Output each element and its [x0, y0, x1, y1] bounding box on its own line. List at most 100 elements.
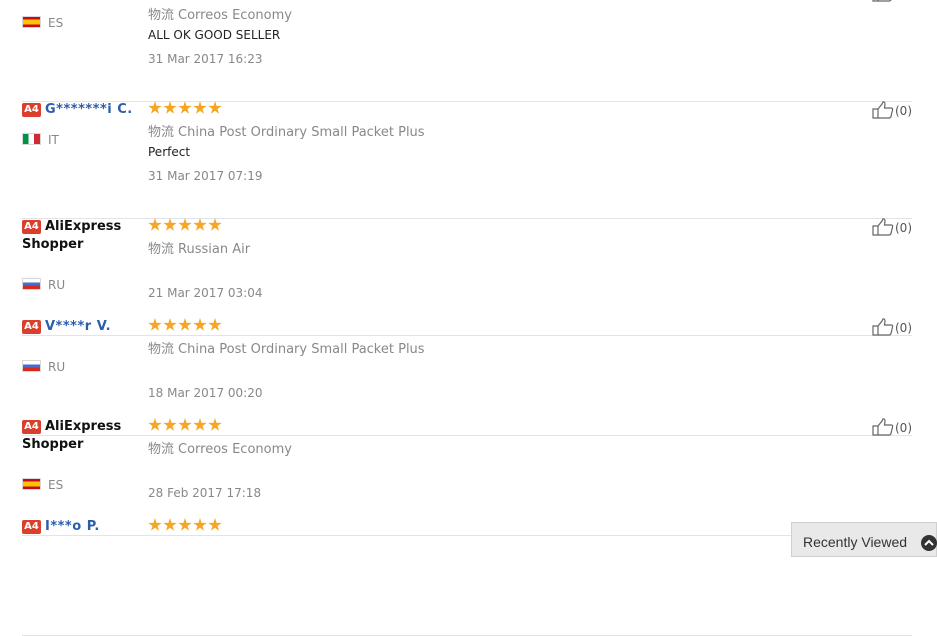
reviewer-info: A4 AliExpress Shopper ES — [22, 418, 146, 492]
reviewer-country: RU — [22, 360, 65, 374]
helpful-button[interactable]: (0) — [872, 318, 912, 339]
reviewer-country: RU — [22, 278, 65, 292]
recently-viewed-button[interactable]: Recently Viewed — [791, 522, 937, 557]
helpful-count: (0) — [895, 0, 912, 1]
star-rating — [148, 518, 223, 534]
reviewer-info: A3J**n R.ES — [22, 0, 146, 30]
helpful-button[interactable]: (0) — [872, 101, 912, 122]
reviewer-name[interactable]: I***o P. — [45, 519, 100, 534]
star-icon — [178, 318, 192, 331]
helpful-button[interactable]: (0) — [872, 418, 912, 439]
review-item: A4 G*******i C. IT 物流 China Post Ordinary Sm… — [22, 101, 912, 219]
flag-ru-icon — [22, 278, 41, 290]
logistics-method: Correos Economy — [178, 8, 292, 23]
logistics-method: Russian Air — [178, 242, 251, 257]
star-icon — [193, 418, 207, 431]
star-icon — [148, 318, 162, 331]
star-icon — [193, 518, 207, 531]
star-icon — [193, 318, 207, 331]
review-date: 21 Mar 2017 03:04 — [148, 286, 263, 300]
reviewer-name[interactable]: V****r V. — [45, 319, 111, 334]
star-icon — [148, 418, 162, 431]
helpful-button[interactable]: (0) — [872, 0, 912, 5]
reviewer-name: AliExpress — [45, 219, 122, 234]
star-icon — [208, 101, 222, 114]
review-date: 28 Feb 2017 17:18 — [148, 486, 262, 500]
flag-es-icon — [22, 478, 41, 490]
chevron-up-icon[interactable] — [921, 535, 937, 551]
star-icon — [178, 418, 192, 431]
logistics-info: 物流 China Post Ordinary Small Packet Plus — [148, 338, 425, 357]
helpful-count: (0) — [895, 221, 912, 235]
star-icon — [178, 518, 192, 531]
star-icon — [148, 218, 162, 231]
buyer-level-badge: A4 — [22, 320, 41, 334]
helpful-count: (0) — [895, 104, 912, 118]
reviewer-country: ES — [22, 478, 63, 492]
reviewer-info: A4 AliExpress Shopper RU — [22, 218, 146, 292]
reviewer-name-line2: Shopper — [22, 237, 84, 252]
logistics-method: Correos Economy — [178, 442, 292, 457]
star-icon — [208, 218, 222, 231]
country-code: IT — [48, 133, 59, 147]
buyer-level-badge: A4 — [22, 420, 41, 434]
logistics-info: 物流 Russian Air — [148, 238, 250, 257]
reviewer-info: A4 I***o P. — [22, 518, 146, 536]
star-icon — [178, 101, 192, 114]
helpful-count: (0) — [895, 421, 912, 435]
star-icon — [163, 318, 177, 331]
star-rating — [148, 418, 223, 434]
star-rating — [148, 218, 223, 234]
thumbs-up-icon[interactable] — [872, 0, 894, 5]
buyer-level-badge: A4 — [22, 103, 41, 117]
star-icon — [208, 418, 222, 431]
star-rating — [148, 318, 223, 334]
star-rating — [148, 101, 223, 117]
logistics-label: 物流 — [148, 125, 175, 140]
reviewer-name: AliExpress — [45, 419, 122, 434]
reviewer-info: A4 V****r V. RU — [22, 318, 146, 374]
logistics-label: 物流 — [148, 442, 175, 457]
thumbs-up-icon[interactable] — [872, 318, 894, 339]
country-code: ES — [48, 16, 64, 30]
star-icon — [148, 518, 162, 531]
star-icon — [163, 518, 177, 531]
thumbs-up-icon[interactable] — [872, 101, 894, 122]
logistics-info: 物流 Correos Economy — [148, 4, 292, 23]
review-date: 18 Mar 2017 00:20 — [148, 386, 263, 400]
flag-it-icon — [22, 133, 41, 145]
star-icon — [208, 518, 222, 531]
logistics-label: 物流 — [148, 342, 175, 357]
star-icon — [178, 218, 192, 231]
star-icon — [193, 101, 207, 114]
star-icon — [163, 418, 177, 431]
logistics-label: 物流 — [148, 8, 175, 23]
flag-es-icon — [22, 16, 41, 28]
feedback-list: A3J**n R.ES物流Correos EconomyALL OK GOOD … — [0, 0, 937, 636]
reviewer-country: ES — [22, 16, 63, 30]
helpful-button[interactable]: (0) — [872, 218, 912, 239]
buyer-level-badge: A4 — [22, 520, 41, 534]
country-code: ES — [48, 478, 64, 492]
star-icon — [163, 218, 177, 231]
review-date: 31 Mar 2017 16:23 — [148, 52, 263, 66]
logistics-info: 物流 Correos Economy — [148, 438, 292, 457]
reviewer-country: IT — [22, 133, 59, 147]
logistics-label: 物流 — [148, 242, 175, 257]
recently-viewed-label: Recently Viewed — [803, 534, 908, 550]
star-icon — [193, 218, 207, 231]
star-icon — [148, 101, 162, 114]
country-code: RU — [48, 278, 66, 292]
buyer-level-badge: A4 — [22, 220, 41, 234]
thumbs-up-icon[interactable] — [872, 418, 894, 439]
review-item: A4 I***o P. — [22, 518, 912, 636]
star-icon — [208, 318, 222, 331]
review-date: 31 Mar 2017 07:19 — [148, 169, 263, 183]
flag-ru-icon — [22, 360, 41, 372]
logistics-method: China Post Ordinary Small Packet Plus — [178, 125, 425, 140]
country-code: RU — [48, 360, 66, 374]
review-comment: ALL OK GOOD SELLER — [148, 28, 281, 42]
reviewer-name[interactable]: G*******i C. — [45, 102, 133, 117]
thumbs-up-icon[interactable] — [872, 218, 894, 239]
logistics-method: China Post Ordinary Small Packet Plus — [178, 342, 425, 357]
